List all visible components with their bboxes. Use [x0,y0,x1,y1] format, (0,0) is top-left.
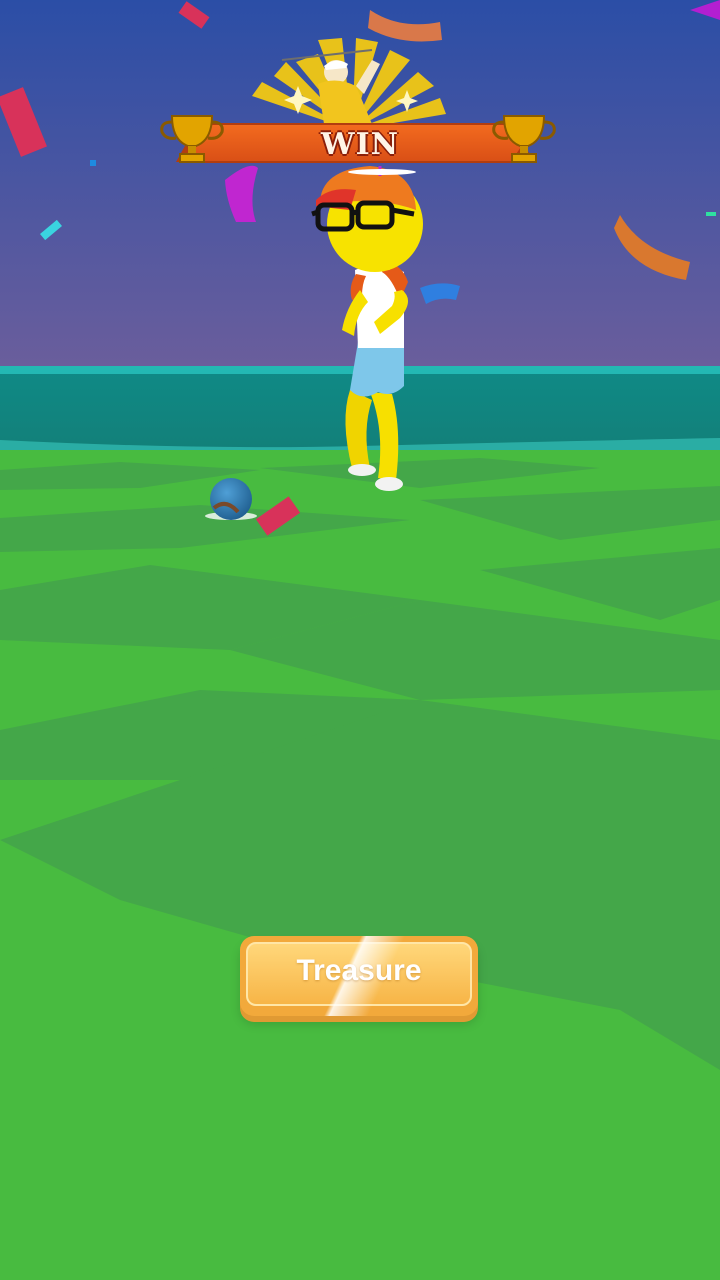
win-banner: WIN [160,30,560,170]
game-scene [0,0,720,1280]
treasure-button[interactable]: Treasure [240,936,478,1016]
win-label: WIN [320,127,400,162]
treasure-button-label: Treasure [296,954,422,987]
